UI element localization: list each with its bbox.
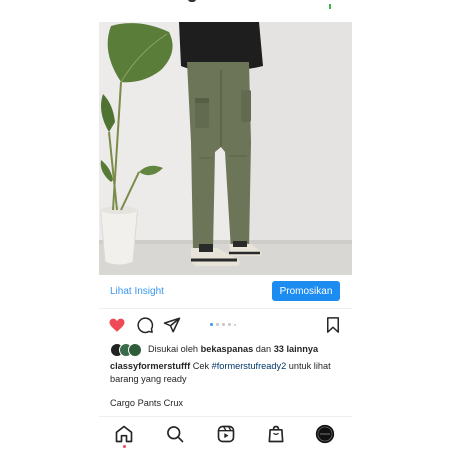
- shop-icon[interactable]: [266, 424, 286, 444]
- avatar: [128, 343, 142, 357]
- caption-subtitle: Cargo Pants Crux: [110, 398, 184, 408]
- carousel-dot-active: [210, 323, 213, 326]
- post-image: [99, 22, 352, 275]
- post-actions: [99, 313, 352, 337]
- share-icon[interactable]: [163, 316, 181, 334]
- notch-fragment: [188, 0, 196, 2]
- carousel-dot: [216, 323, 219, 326]
- instagram-post-view: Lihat Insight Promosikan Disukai oleh be…: [99, 0, 352, 450]
- likes-others[interactable]: 33 lainnya: [274, 344, 318, 354]
- liker-avatars: [110, 342, 143, 357]
- carousel-dot: [234, 323, 236, 326]
- comment-icon[interactable]: [136, 316, 154, 334]
- notification-dot: [123, 445, 126, 448]
- search-icon[interactable]: [165, 424, 185, 444]
- promote-button[interactable]: Promosikan: [272, 281, 340, 301]
- likes-prefix: Disukai oleh: [148, 344, 199, 354]
- post-caption: classyformerstufff Cek #formerstufready2…: [110, 360, 346, 386]
- likes-text[interactable]: Disukai oleh bekaspanas dan 33 lainnya: [148, 344, 318, 354]
- bottom-nav: [99, 416, 352, 450]
- home-icon[interactable]: [114, 424, 134, 444]
- caption-hashtag[interactable]: #formerstufready2: [212, 361, 287, 371]
- carousel-dot: [222, 323, 225, 326]
- indicator-mark: [329, 4, 331, 9]
- profile-avatar[interactable]: [315, 424, 335, 444]
- caption-text-before: Cek: [192, 361, 210, 371]
- post-photo[interactable]: [99, 22, 352, 275]
- likes-summary: Disukai oleh bekaspanas dan 33 lainnya: [110, 342, 350, 357]
- insight-bar: Lihat Insight Promosikan: [99, 276, 352, 309]
- status-strip: [99, 0, 352, 22]
- reels-icon[interactable]: [216, 424, 236, 444]
- liker-username[interactable]: bekaspanas: [201, 344, 254, 354]
- view-insights-link[interactable]: Lihat Insight: [110, 286, 164, 297]
- likes-connector: dan: [255, 344, 272, 354]
- carousel-indicator: [210, 323, 236, 326]
- bookmark-icon[interactable]: [324, 316, 342, 334]
- heart-filled-icon[interactable]: [108, 316, 126, 334]
- screen: Lihat Insight Promosikan Disukai oleh be…: [0, 0, 450, 450]
- carousel-dot: [228, 323, 231, 326]
- caption-username[interactable]: classyformerstufff: [110, 361, 190, 371]
